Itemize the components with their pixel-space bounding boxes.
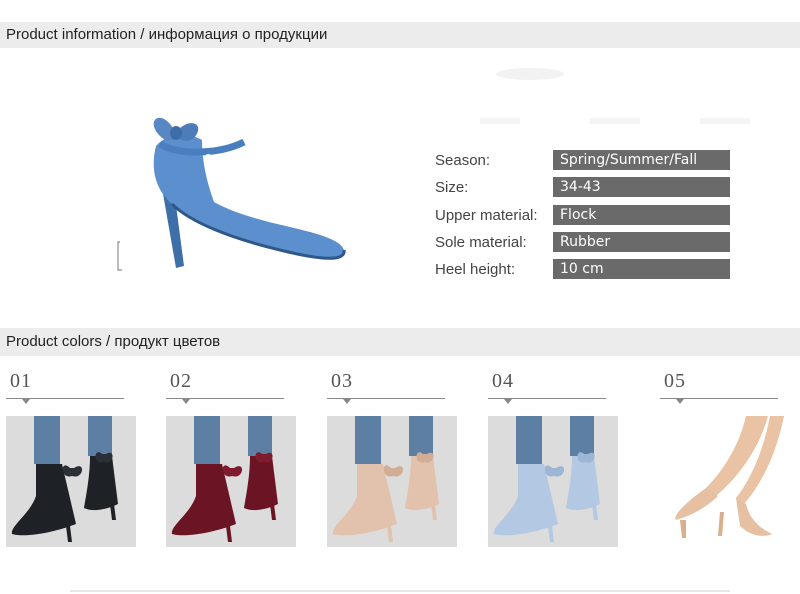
color-option-03[interactable]: 03 — [327, 368, 459, 553]
color-photo-nude — [327, 416, 457, 547]
spec-label: Size: — [435, 179, 469, 196]
pointer-icon — [343, 399, 351, 404]
color-option-04[interactable]: 04 — [488, 368, 620, 553]
color-photo-black — [6, 416, 136, 547]
color-option-01[interactable]: 01 — [6, 368, 138, 553]
color-number: 01 — [10, 370, 32, 392]
hero-shoe-image — [117, 117, 346, 271]
spec-value: 10 cm — [553, 259, 730, 279]
product-colors-header: Product colors / продукт цветов — [0, 328, 800, 356]
color-option-05[interactable]: 05 — [660, 368, 792, 553]
faded-background-decoration — [480, 68, 750, 124]
pointer-icon — [504, 399, 512, 404]
spec-label: Season: — [435, 152, 491, 169]
pointer-icon — [22, 399, 30, 404]
bottom-divider — [70, 590, 730, 592]
color-number: 03 — [331, 370, 353, 392]
spec-label: Heel height: — [435, 261, 516, 278]
color-photo-beige — [660, 416, 790, 547]
spec-label: Sole material: — [435, 234, 527, 251]
spec-value: Rubber — [553, 232, 730, 252]
color-number: 05 — [664, 370, 686, 392]
color-number: 04 — [492, 370, 514, 392]
spec-value: Flock — [553, 205, 730, 225]
spec-value: Spring/Summer/Fall — [553, 150, 730, 170]
color-number: 02 — [170, 370, 192, 392]
pointer-icon — [182, 399, 190, 404]
spec-label: Upper material: — [435, 207, 538, 224]
color-option-02[interactable]: 02 — [166, 368, 298, 553]
color-photo-light-blue — [488, 416, 618, 547]
pointer-icon — [676, 399, 684, 404]
spec-value: 34-43 — [553, 177, 730, 197]
color-photo-burgundy — [166, 416, 296, 547]
product-information-header: Product information / информация о проду… — [0, 22, 800, 48]
